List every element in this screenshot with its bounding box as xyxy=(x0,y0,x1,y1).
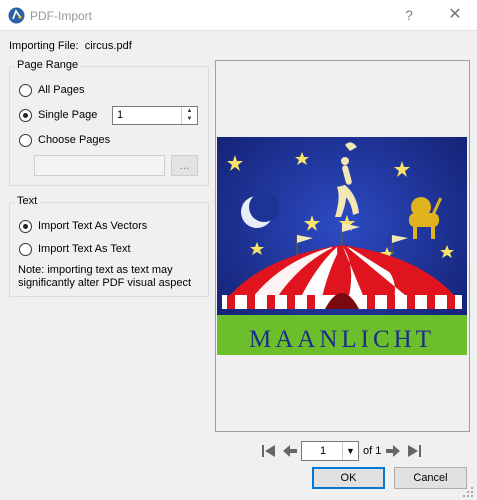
scribus-app-icon xyxy=(8,7,25,24)
radio-text-as-vectors[interactable]: Import Text As Vectors xyxy=(19,218,147,234)
close-button[interactable]: ✕ xyxy=(440,2,470,28)
text-group-title: Text xyxy=(14,195,41,207)
help-button[interactable]: ? xyxy=(398,5,420,25)
single-page-value[interactable]: 1 xyxy=(117,109,123,121)
importing-filename: circus.pdf xyxy=(84,40,132,52)
radio-single-page[interactable]: Single Page xyxy=(19,107,97,123)
spin-down-icon[interactable]: ▼ xyxy=(182,115,197,123)
importing-file-label: Importing File: xyxy=(9,40,79,52)
radio-all-pages-label: All Pages xyxy=(38,84,85,96)
title-bar: PDF-Import ? ✕ xyxy=(0,0,477,31)
radio-choose-pages[interactable]: Choose Pages xyxy=(19,132,110,148)
first-page-icon[interactable] xyxy=(260,443,278,459)
radio-circle[interactable] xyxy=(19,133,32,147)
single-page-spinbox[interactable]: 1 ▲ ▼ xyxy=(112,106,198,125)
pdf-page-preview-image: MAANLICHT xyxy=(217,137,467,355)
current-page-value[interactable]: 1 xyxy=(320,445,326,457)
browse-pages-button[interactable]: ... xyxy=(171,155,198,176)
radio-circle[interactable] xyxy=(19,83,32,97)
page-count-label: of 1 xyxy=(363,445,382,457)
radio-circle-checked[interactable] xyxy=(19,108,32,122)
radio-single-page-label: Single Page xyxy=(38,109,98,121)
spin-up-icon[interactable]: ▲ xyxy=(182,107,197,115)
radio-circle-checked[interactable] xyxy=(19,219,32,233)
radio-text-as-text-label: Import Text As Text xyxy=(38,243,131,255)
poster-title-text: MAANLICHT xyxy=(249,326,435,353)
spin-arrows: ▲ ▼ xyxy=(181,107,197,124)
page-number-spinbox[interactable]: 1 ▼ xyxy=(301,441,359,461)
radio-all-pages[interactable]: All Pages xyxy=(19,82,84,98)
radio-text-as-text[interactable]: Import Text As Text xyxy=(19,241,131,257)
next-page-icon[interactable] xyxy=(384,443,402,459)
page-range-title: Page Range xyxy=(14,59,82,71)
page-down-arrow-icon[interactable]: ▼ xyxy=(342,442,358,460)
ok-button[interactable]: OK xyxy=(312,467,385,489)
cancel-button[interactable]: Cancel xyxy=(394,467,467,489)
radio-choose-pages-label: Choose Pages xyxy=(38,134,111,146)
importing-file-row: Importing File: circus.pdf xyxy=(9,40,132,52)
radio-text-as-vectors-label: Import Text As Vectors xyxy=(38,220,148,232)
window-title: PDF-Import xyxy=(30,9,93,23)
resize-grip-icon[interactable] xyxy=(462,486,474,498)
radio-circle[interactable] xyxy=(19,242,32,256)
previous-page-icon[interactable] xyxy=(281,443,299,459)
text-import-note: Note: importing text as text may signifi… xyxy=(18,264,192,289)
last-page-icon[interactable] xyxy=(405,443,423,459)
choose-pages-input[interactable] xyxy=(34,155,165,176)
